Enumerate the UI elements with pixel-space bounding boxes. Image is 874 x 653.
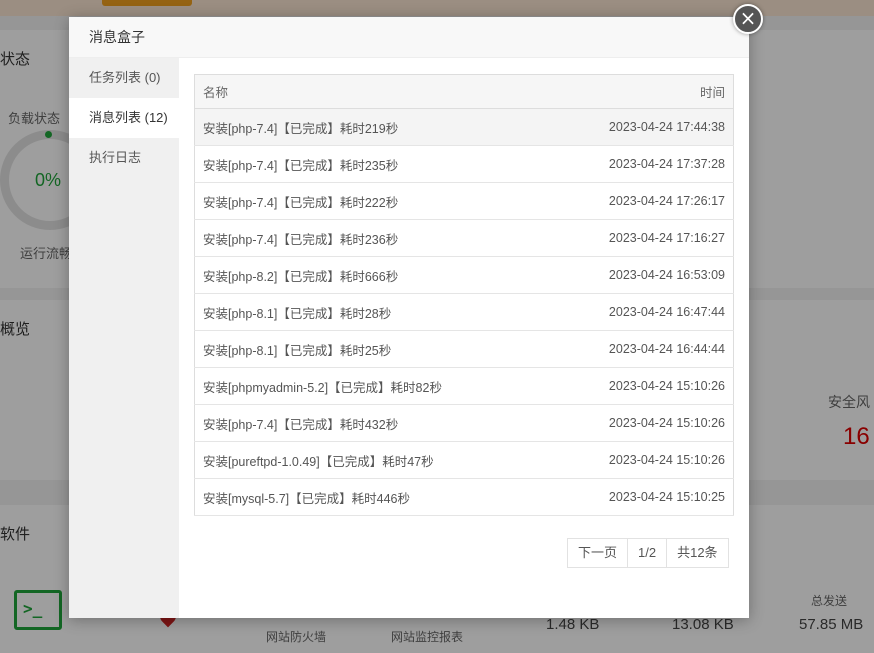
sidebar-item-messages[interactable]: 消息列表 (12)	[69, 98, 179, 138]
sidebar-item-exec-log[interactable]: 执行日志	[69, 138, 179, 178]
page-indicator: 1/2	[627, 539, 666, 567]
message-name: 安装[php-7.4]【已完成】耗时219秒	[194, 108, 550, 146]
dialog-title: 消息盒子	[69, 17, 749, 58]
message-table: 名称 时间 安装[php-7.4]【已完成】耗时219秒 2023-04-24 1…	[194, 74, 734, 516]
message-name: 安装[php-8.1]【已完成】耗时25秒	[194, 330, 550, 368]
message-time: 2023-04-24 16:47:44	[549, 293, 734, 331]
message-name: 安装[pureftpd-1.0.49]【已完成】耗时47秒	[194, 441, 550, 479]
message-name: 安装[php-7.4]【已完成】耗时236秒	[194, 219, 550, 257]
message-name: 安装[php-7.4]【已完成】耗时432秒	[194, 404, 550, 442]
message-name: 安装[mysql-5.7]【已完成】耗时446秒	[194, 478, 550, 516]
close-icon[interactable]: ×	[733, 4, 763, 34]
column-header-name: 名称	[194, 74, 550, 109]
message-time: 2023-04-24 15:10:26	[549, 441, 734, 479]
table-row[interactable]: 安装[phpmyadmin-5.2]【已完成】耗时82秒 2023-04-24 1…	[194, 367, 734, 405]
message-time: 2023-04-24 17:16:27	[549, 219, 734, 257]
table-row[interactable]: 安装[php-7.4]【已完成】耗时432秒 2023-04-24 15:10:2…	[194, 404, 734, 442]
table-row[interactable]: 安装[php-7.4]【已完成】耗时222秒 2023-04-24 17:26:1…	[194, 182, 734, 220]
column-header-time: 时间	[549, 74, 734, 109]
sidebar-item-tasks[interactable]: 任务列表 (0)	[69, 58, 179, 98]
message-name: 安装[php-7.4]【已完成】耗时222秒	[194, 182, 550, 220]
message-name: 安装[phpmyadmin-5.2]【已完成】耗时82秒	[194, 367, 550, 405]
message-time: 2023-04-24 17:26:17	[549, 182, 734, 220]
message-time: 2023-04-24 15:10:26	[549, 367, 734, 405]
message-time: 2023-04-24 17:44:38	[549, 108, 734, 146]
table-row[interactable]: 安装[php-7.4]【已完成】耗时235秒 2023-04-24 17:37:2…	[194, 145, 734, 183]
table-row[interactable]: 安装[mysql-5.7]【已完成】耗时446秒 2023-04-24 15:10…	[194, 478, 734, 516]
next-page-button[interactable]: 下一页	[568, 539, 627, 567]
message-name: 安装[php-8.1]【已完成】耗时28秒	[194, 293, 550, 331]
message-time: 2023-04-24 17:37:28	[549, 145, 734, 183]
message-time: 2023-04-24 16:53:09	[549, 256, 734, 294]
table-row[interactable]: 安装[php-8.1]【已完成】耗时28秒 2023-04-24 16:47:44	[194, 293, 734, 331]
table-row[interactable]: 安装[pureftpd-1.0.49]【已完成】耗时47秒 2023-04-24 …	[194, 441, 734, 479]
total-count: 共12条	[666, 539, 727, 567]
table-row[interactable]: 安装[php-7.4]【已完成】耗时236秒 2023-04-24 17:16:2…	[194, 219, 734, 257]
pagination: 下一页 1/2 共12条	[567, 538, 729, 568]
message-time: 2023-04-24 16:44:44	[549, 330, 734, 368]
message-name: 安装[php-7.4]【已完成】耗时235秒	[194, 145, 550, 183]
message-name: 安装[php-8.2]【已完成】耗时666秒	[194, 256, 550, 294]
table-header-row: 名称 时间	[194, 74, 734, 109]
table-row[interactable]: 安装[php-8.1]【已完成】耗时25秒 2023-04-24 16:44:44	[194, 330, 734, 368]
dialog-sidebar: 任务列表 (0) 消息列表 (12) 执行日志	[69, 58, 179, 618]
message-box-dialog: 消息盒子 任务列表 (0) 消息列表 (12) 执行日志 名称 时间 安装[ph…	[69, 17, 749, 618]
message-time: 2023-04-24 15:10:25	[549, 478, 734, 516]
message-list: 名称 时间 安装[php-7.4]【已完成】耗时219秒 2023-04-24 1…	[194, 74, 734, 516]
message-time: 2023-04-24 15:10:26	[549, 404, 734, 442]
table-row[interactable]: 安装[php-8.2]【已完成】耗时666秒 2023-04-24 16:53:0…	[194, 256, 734, 294]
table-row[interactable]: 安装[php-7.4]【已完成】耗时219秒 2023-04-24 17:44:3…	[194, 108, 734, 146]
